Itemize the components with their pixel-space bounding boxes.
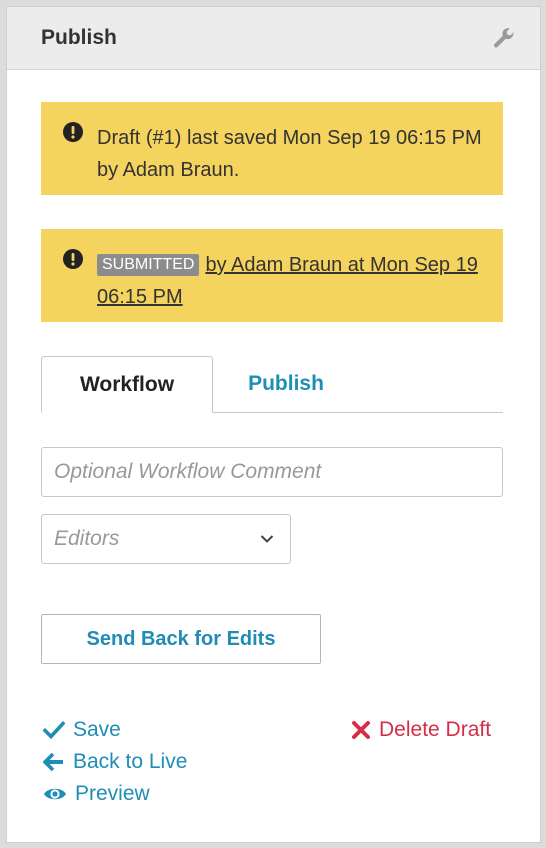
delete-draft-label: Delete Draft: [379, 718, 492, 741]
submitted-alert: SUBMITTED by Adam Braun at Mon Sep 19 06:…: [41, 229, 503, 322]
tab-publish[interactable]: Publish: [213, 356, 359, 412]
warning-icon: [63, 249, 83, 269]
x-icon: [352, 721, 370, 739]
delete-draft-link[interactable]: Delete Draft: [351, 716, 491, 744]
workflow-comment-input[interactable]: [41, 447, 503, 497]
preview-label: Preview: [75, 782, 150, 805]
tab-bar: Workflow Publish: [41, 356, 503, 413]
save-link[interactable]: Save: [43, 716, 121, 744]
back-to-live-label: Back to Live: [73, 750, 188, 773]
draft-saved-text: Draft (#1) last saved Mon Sep 19 06:15 P…: [97, 127, 482, 181]
check-icon: [43, 720, 65, 740]
send-back-for-edits-button[interactable]: Send Back for Edits: [41, 614, 321, 664]
publish-panel: Publish Draft (#1) last saved Mon Sep 19…: [6, 6, 541, 843]
draft-saved-alert: Draft (#1) last saved Mon Sep 19 06:15 P…: [41, 102, 503, 195]
panel-header: Publish: [7, 7, 540, 70]
editors-select-value: Editors: [54, 527, 120, 550]
arrow-left-icon: [43, 752, 63, 772]
tab-workflow[interactable]: Workflow: [41, 356, 213, 413]
back-to-live-link[interactable]: Back to Live: [43, 748, 187, 776]
chevron-down-icon: [260, 535, 274, 543]
preview-link[interactable]: Preview: [43, 780, 150, 808]
editors-select[interactable]: Editors: [41, 514, 291, 564]
wrench-icon[interactable]: [492, 26, 516, 50]
save-label: Save: [73, 718, 121, 741]
warning-icon: [63, 122, 83, 142]
status-badge: SUBMITTED: [97, 254, 200, 276]
eye-icon: [44, 788, 66, 800]
panel-title: Publish: [41, 26, 117, 49]
